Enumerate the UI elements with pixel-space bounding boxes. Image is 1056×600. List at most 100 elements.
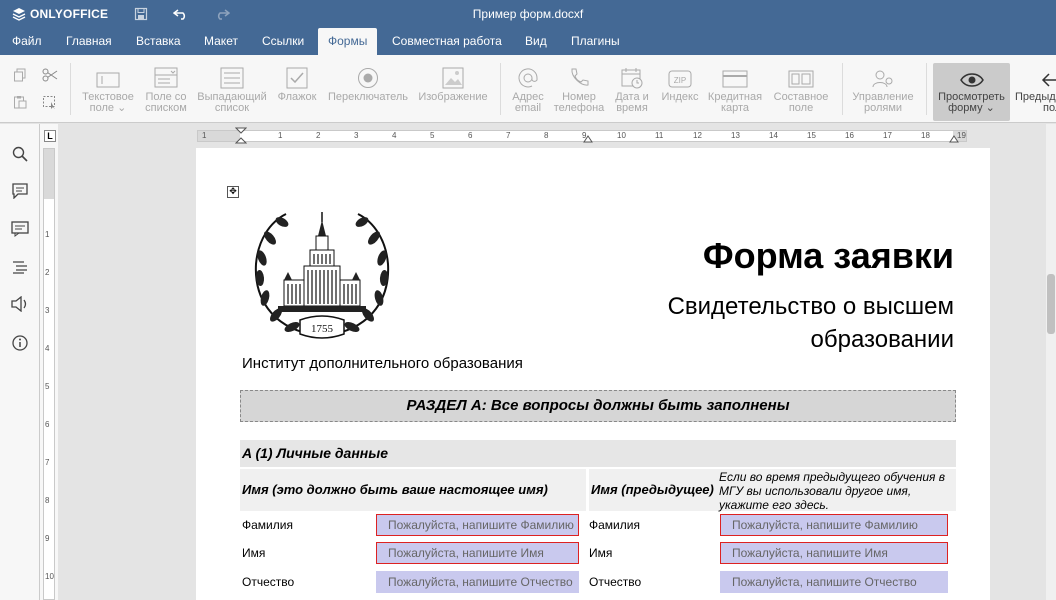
- previous-patronymic-field[interactable]: Пожалуйста, напишите Отчество: [720, 571, 948, 593]
- paste-icon[interactable]: [10, 93, 30, 111]
- search-icon[interactable]: [10, 144, 30, 164]
- chat-icon[interactable]: [10, 219, 30, 239]
- radio-label: Переключатель: [327, 91, 409, 103]
- credit-card-label-2: карта: [720, 102, 750, 114]
- image-button[interactable]: Изображение: [414, 63, 492, 121]
- users-icon: [848, 63, 918, 89]
- dropdown-button[interactable]: Выпадающий список: [194, 63, 270, 121]
- cut-icon[interactable]: [40, 66, 60, 84]
- view-form-label-2: форму ⌄: [948, 102, 995, 114]
- image-icon: [414, 63, 492, 89]
- zip-button[interactable]: ZIP Индекс: [658, 63, 702, 121]
- checkbox-icon: [272, 63, 322, 89]
- tab-forms[interactable]: Формы: [318, 28, 378, 55]
- tab-view[interactable]: Вид: [515, 28, 557, 55]
- email-button[interactable]: Адрес email: [506, 63, 550, 121]
- first-name-field[interactable]: Пожалуйста, напишите Имя: [376, 542, 579, 564]
- copy-icon[interactable]: [10, 66, 30, 84]
- first-name-label: Имя: [242, 546, 266, 560]
- previous-first-name-label: Имя: [589, 546, 613, 560]
- surname-field[interactable]: Пожалуйста, напишите Фамилию: [376, 514, 579, 536]
- datetime-label-2: время: [616, 102, 648, 114]
- select-all-icon[interactable]: [40, 93, 60, 111]
- navigation-icon[interactable]: [10, 257, 30, 277]
- form-title: Форма заявки: [702, 235, 954, 276]
- save-icon[interactable]: [131, 5, 151, 23]
- info-icon[interactable]: [10, 333, 30, 353]
- text-field-label-2: поле ⌄: [89, 102, 127, 114]
- tab-references[interactable]: Ссылки: [252, 28, 314, 55]
- previous-field-button[interactable]: Предыд поле: [1012, 63, 1056, 121]
- tab-type-selector[interactable]: L: [44, 130, 56, 142]
- eye-icon: [933, 63, 1010, 89]
- previous-first-name-field[interactable]: Пожалуйста, напишите Имя: [720, 542, 948, 564]
- center-tab-marker-icon[interactable]: [583, 133, 593, 143]
- section-a-heading: РАЗДЕЛ А: Все вопросы должны быть заполн…: [240, 390, 956, 422]
- previous-name-note: Если во время предыдущего обучения в МГУ…: [719, 470, 946, 512]
- form-subtitle: Свидетельство о высшем образовании: [600, 290, 954, 356]
- complex-field-button[interactable]: Составное поле: [768, 63, 834, 121]
- scrollbar-thumb[interactable]: [1047, 274, 1055, 334]
- table-move-icon[interactable]: ✥: [227, 186, 239, 198]
- title-bar: ONLYOFFICE Пример форм.docxf: [0, 0, 1056, 28]
- institute-name: Институт дополнительного образования: [242, 355, 523, 372]
- calendar-icon: [608, 63, 656, 89]
- previous-patronymic-label: Отчество: [589, 575, 642, 589]
- form-subtitle-line-1: Свидетельство о высшем: [667, 293, 954, 320]
- dropdown-list-icon: [194, 63, 270, 89]
- image-label: Изображение: [418, 91, 488, 103]
- phone-button[interactable]: Номер телефона: [552, 63, 606, 121]
- logo-text: ONLYOFFICE: [30, 7, 109, 21]
- undo-icon[interactable]: [171, 5, 191, 23]
- credit-card-button[interactable]: Кредитная карта: [704, 63, 766, 121]
- tab-file[interactable]: Файл: [2, 28, 52, 55]
- form-subtitle-line-2: образовании: [810, 326, 955, 353]
- combo-box-label-2: списком: [145, 102, 187, 114]
- tab-plugins[interactable]: Плагины: [561, 28, 630, 55]
- checkbox-button[interactable]: Флажок: [272, 63, 322, 121]
- logo-icon: [12, 8, 26, 21]
- comments-icon[interactable]: [10, 181, 30, 201]
- university-emblem-icon: 1755: [254, 212, 390, 339]
- manage-roles-label-2: ролями: [863, 102, 903, 114]
- forms-toolbar: Текстовое поле ⌄ Поле со списком Выпадаю…: [0, 55, 1056, 123]
- at-sign-icon: [506, 63, 550, 89]
- radio-icon: [324, 63, 412, 89]
- credit-card-icon: [704, 63, 766, 89]
- complex-field-label-2: поле: [788, 102, 814, 114]
- right-indent-marker-icon[interactable]: [949, 133, 959, 143]
- previous-field-label-2: поле: [1043, 102, 1056, 114]
- tab-layout[interactable]: Макет: [194, 28, 248, 55]
- horizontal-ruler[interactable]: 1 1 2 3 4 5 6 7 8 9 10 11 12 13 14 15 16…: [197, 127, 967, 145]
- redo-icon[interactable]: [212, 5, 232, 23]
- radio-button-button[interactable]: Переключатель: [324, 63, 412, 121]
- previous-surname-field[interactable]: Пожалуйста, напишите Фамилию: [720, 514, 948, 536]
- vertical-scrollbar[interactable]: [1046, 124, 1056, 600]
- manage-roles-button[interactable]: Управление ролями: [848, 63, 918, 121]
- surname-label: Фамилия: [242, 518, 293, 532]
- email-label-2: email: [514, 102, 542, 114]
- document-title: Пример форм.docxf: [472, 7, 584, 21]
- tab-home[interactable]: Главная: [56, 28, 122, 55]
- datetime-button[interactable]: Дата и время: [608, 63, 656, 121]
- previous-surname-label: Фамилия: [589, 518, 640, 532]
- combo-box-button[interactable]: Поле со списком: [140, 63, 192, 121]
- complex-field-icon: [768, 63, 834, 89]
- onlyoffice-logo[interactable]: ONLYOFFICE: [12, 7, 108, 21]
- menu-bar: Файл Главная Вставка Макет Ссылки Формы …: [0, 28, 1056, 55]
- indent-marker-icon[interactable]: [235, 127, 247, 145]
- svg-text:ZIP: ZIP: [674, 76, 686, 85]
- tab-insert[interactable]: Вставка: [126, 28, 191, 55]
- vertical-ruler[interactable]: 1 2 3 4 5 6 7 8 9 10: [43, 148, 55, 600]
- text-field-button[interactable]: Текстовое поле ⌄: [78, 63, 138, 121]
- checkbox-label: Флажок: [277, 91, 317, 103]
- zip-label: Индекс: [661, 91, 699, 103]
- zip-icon: ZIP: [658, 63, 702, 89]
- combo-box-icon: [140, 63, 192, 89]
- tab-collaboration[interactable]: Совместная работа: [382, 28, 512, 55]
- text-field-icon: [78, 63, 138, 89]
- patronymic-field[interactable]: Пожалуйста, напишите Отчество: [376, 571, 579, 593]
- speech-icon[interactable]: [10, 294, 30, 314]
- left-sidebar: [0, 124, 40, 600]
- view-form-button[interactable]: Просмотреть форму ⌄: [933, 63, 1010, 121]
